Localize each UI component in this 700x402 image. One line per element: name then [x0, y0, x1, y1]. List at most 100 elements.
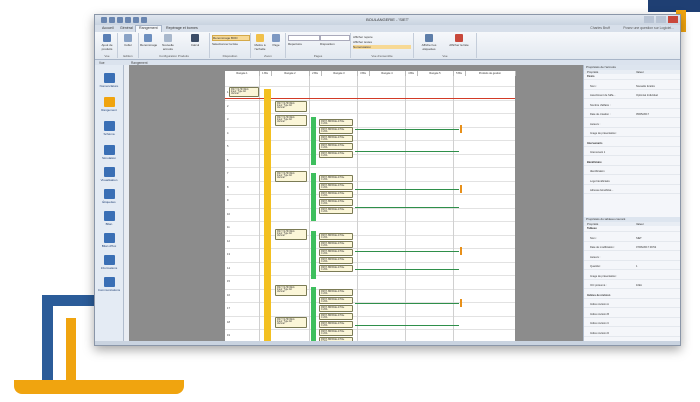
- property-row[interactable]: Adresse bénéficiai...: [584, 189, 680, 194]
- breaker-box[interactable]: DS6T- BRIDGE-2 PôleC 20A: [319, 143, 353, 150]
- property-row[interactable]: Logo bénéficiaire: [584, 180, 680, 185]
- device-box[interactable]: DS7-Y2-HF REG Interr. Type AC Vertical: [275, 317, 307, 328]
- property-row[interactable]: Indice révision C: [584, 322, 680, 327]
- zoom-field[interactable]: [320, 35, 350, 41]
- feeder-bar[interactable]: [311, 173, 316, 221]
- calculate-button[interactable]: Calcul: [185, 34, 205, 47]
- disposition-button[interactable]: Disposition: [320, 42, 348, 46]
- property-row[interactable]: Intervenants: [584, 142, 680, 147]
- tab-general[interactable]: Général: [117, 26, 136, 30]
- feeder-bar[interactable]: [311, 231, 316, 279]
- breaker-box[interactable]: DS6T- BRIDGE-2 PôleC 20A: [319, 321, 353, 328]
- tab-reperage[interactable]: Repérage et bornes: [163, 26, 201, 30]
- feeder-bar[interactable]: [311, 117, 316, 165]
- breaker-box[interactable]: DS6T- BRIDGE-2 PôleC 20A: [319, 199, 353, 206]
- tab-accueil[interactable]: Accueil: [99, 26, 117, 30]
- property-row[interactable]: Image de présentation :: [584, 132, 680, 137]
- nav-item-bilan[interactable]: Bilan: [95, 211, 123, 226]
- breaker-box[interactable]: DS6T- BRIDGE-2 PôleC 20A: [319, 233, 353, 240]
- breaker-box[interactable]: DS6T- BRIDGE-2 PôleC 20A: [319, 305, 353, 312]
- breaker-box[interactable]: DS6T- BRIDGE-2 PôleC 20A: [319, 313, 353, 320]
- nav-item-simulation[interactable]: Simulation: [95, 145, 123, 160]
- property-row[interactable]: Auteurs :: [584, 123, 680, 128]
- minimize-button[interactable]: [644, 16, 654, 23]
- select-list-button[interactable]: Sélectionner la liste: [212, 42, 248, 46]
- property-row[interactable]: Flexio: [584, 75, 680, 80]
- breaker-box[interactable]: DS6T- BRIDGE-2 PôleC 20A: [319, 207, 353, 214]
- property-row[interactable]: Identification: [584, 170, 680, 175]
- breaker-box[interactable]: DS6T- BRIDGE-2 PôleC 20A: [319, 265, 353, 272]
- property-row[interactable]: Indice révision B: [584, 313, 680, 318]
- help-search[interactable]: Posez une question sur Logiciel...: [623, 26, 674, 30]
- property-row[interactable]: Nom : Nouvelle fenêtre: [584, 85, 680, 90]
- breaker-box[interactable]: DS6T- BRIDGE-2 PôleC 20A: [319, 289, 353, 296]
- breaker-box[interactable]: DS6T- BRIDGE-2 PôleC 20A: [319, 249, 353, 256]
- scale-button[interactable]: Mettre à l'échelle: [252, 34, 268, 51]
- cabinet-sheet[interactable]: Rangée 1 1 Bis Rangée 2 2 Bis Rangée 3 3…: [225, 71, 516, 345]
- device-box[interactable]: DS7-Y2-HF REG Interr. Type AC Vertical: [275, 229, 307, 240]
- breaker-box[interactable]: DS6T- BRIDGE-2 PôleC 20A: [319, 151, 353, 158]
- breaker-box[interactable]: DS6T- BRIDGE-2 PôleC 20A: [319, 175, 353, 182]
- property-row[interactable]: Assortiment de l'affa... Optimisé Individ…: [584, 94, 680, 99]
- nav-item-rangement[interactable]: Rangement: [95, 97, 123, 112]
- breaker-box[interactable]: DS6T- BRIDGE-2 PôleC 20A: [319, 257, 353, 264]
- maximize-button[interactable]: [656, 16, 666, 23]
- property-row[interactable]: Indices de révision: [584, 294, 680, 299]
- document-tab[interactable]: Rangement: [131, 61, 147, 65]
- nav-item-bilan-flux[interactable]: Bilan d'flux: [95, 233, 123, 248]
- show-mark-check[interactable]: Afficher repère: [353, 35, 411, 39]
- property-row[interactable]: Tableau: [584, 227, 680, 232]
- new-cabinet-button[interactable]: Nouvelle armoire: [157, 34, 179, 51]
- numbering-check[interactable]: Numérotation: [353, 45, 411, 49]
- nav-item-visualisation[interactable]: Visualisation: [95, 167, 123, 182]
- device-box[interactable]: DS7-Y2-HF REG Interr. Type AC Vertical: [275, 171, 307, 182]
- show-labels-button[interactable]: Afficher les étiquettes: [416, 34, 442, 51]
- property-row[interactable]: Image de présentation :: [584, 275, 680, 280]
- device-box[interactable]: DS7-Y2-HF REG Interr. Type AC Vertical: [275, 115, 307, 126]
- show-list-button[interactable]: Afficher la liste: [444, 34, 474, 47]
- property-row[interactable]: Indice révision D: [584, 332, 680, 337]
- property-row[interactable]: Date de modification :07/06/2017 09:52: [584, 246, 680, 251]
- show-text-check[interactable]: Afficher textes: [353, 40, 411, 44]
- device-box[interactable]: DS7-Y2-HF REG Interr. Type AC Vertical: [275, 101, 307, 112]
- property-row[interactable]: ICC présumé :10kA: [584, 284, 680, 289]
- property-row[interactable]: Intervenant 1: [584, 151, 680, 156]
- connection-line: [355, 189, 459, 190]
- breaker-box[interactable]: DS6T- BRIDGE-2 PôleC 20A: [319, 135, 353, 142]
- property-row[interactable]: Quantité :1: [584, 265, 680, 270]
- property-row[interactable]: Bénéficiaire: [584, 161, 680, 166]
- breaker-box[interactable]: DS6T- BRIDGE-2 PôleC 20A: [319, 119, 353, 126]
- close-button[interactable]: [668, 16, 678, 23]
- breaker-box[interactable]: DS6T- BRIDGE-2 PôleC 20A: [319, 127, 353, 134]
- layout-canvas[interactable]: Rangée 1 1 Bis Rangée 2 2 Bis Rangée 3 3…: [129, 65, 583, 345]
- nav-item-etiquettes[interactable]: Étiquettes: [95, 189, 123, 204]
- nav-item-communications[interactable]: Communications: [95, 277, 123, 292]
- directory-button[interactable]: Répertoire: [288, 42, 318, 46]
- paste-button[interactable]: Coller: [119, 34, 137, 47]
- property-row[interactable]: Nom : SIET: [584, 237, 680, 242]
- panel-columns: Propriété Valeur: [584, 70, 680, 74]
- nav-item-informations[interactable]: Informations: [95, 255, 123, 270]
- nav-item-schema[interactable]: Schéma: [95, 121, 123, 136]
- breaker-box[interactable]: DS6T- BRIDGE-2 PôleC 20A: [319, 241, 353, 248]
- rename-bod-button[interactable]: Renommage BOD: [212, 35, 250, 41]
- device-box[interactable]: DS7-Y2-HF REG Interr. Type AC Vertical: [229, 87, 259, 97]
- tab-rangement[interactable]: Rangement: [135, 25, 162, 32]
- page-field[interactable]: [288, 35, 320, 41]
- rename-button[interactable]: Renommage: [140, 34, 157, 47]
- main-supply-bar[interactable]: [264, 89, 271, 344]
- add-products-button[interactable]: Ajout de produits: [98, 34, 116, 51]
- feeder-bar[interactable]: [311, 287, 316, 344]
- zoom-page-button[interactable]: Page: [268, 34, 284, 47]
- property-row[interactable]: Nombre d'affaire :: [584, 104, 680, 109]
- device-box[interactable]: DS7-Y2-HF REG Interr. Type AC Vertical: [275, 285, 307, 296]
- breaker-box[interactable]: DS6T- BRIDGE-2 PôleC 20A: [319, 183, 353, 190]
- property-row[interactable]: Indice révision A: [584, 303, 680, 308]
- breaker-box[interactable]: DS6T- BRIDGE-2 PôleC 20A: [319, 191, 353, 198]
- nav-item-nomenclature[interactable]: Nomenclature: [95, 73, 123, 88]
- property-row[interactable]: Auteurs :: [584, 256, 680, 261]
- property-row[interactable]: Date de création :05/05/2017: [584, 113, 680, 118]
- breaker-box[interactable]: DS6T- BRIDGE-2 PôleC 20A: [319, 329, 353, 336]
- row-number: 18: [227, 320, 230, 324]
- breaker-box[interactable]: DS6T- BRIDGE-2 PôleC 20A: [319, 297, 353, 304]
